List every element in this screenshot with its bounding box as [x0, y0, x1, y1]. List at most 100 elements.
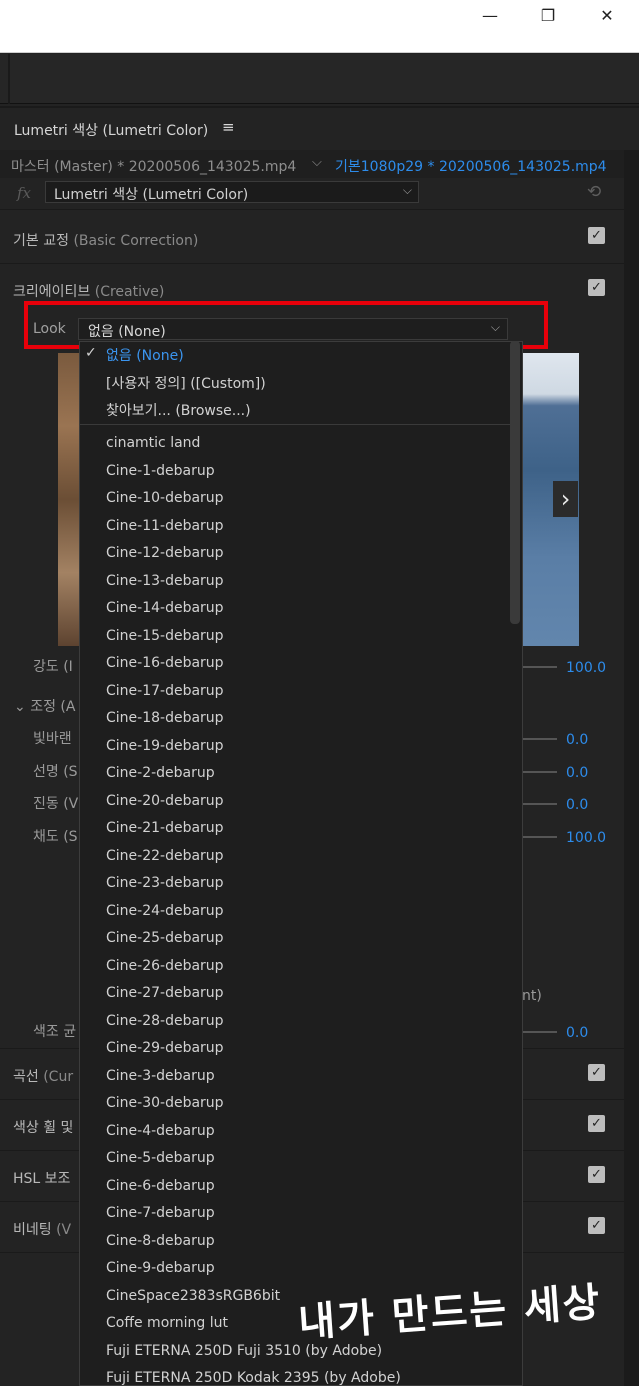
maximize-button[interactable]: ❐	[518, 0, 578, 30]
intensity-value[interactable]: 100.0	[566, 660, 606, 676]
dropdown-item[interactable]: Cine-4-debarup	[106, 1123, 215, 1139]
dropdown-item-label: Cine-9-debarup	[106, 1260, 215, 1276]
dropdown-item[interactable]: cinamtic land	[106, 435, 200, 451]
close-icon: ✕	[600, 5, 614, 25]
dropdown-item[interactable]: Cine-3-debarup	[106, 1068, 215, 1084]
reset-icon[interactable]: ⟲	[587, 182, 601, 202]
dropdown-scrollbar[interactable]	[510, 341, 520, 624]
dropdown-item[interactable]: Cine-30-debarup	[106, 1095, 224, 1111]
section-enable-checkbox[interactable]: ✓	[588, 1217, 605, 1234]
dropdown-item[interactable]: Cine-5-debarup	[106, 1150, 215, 1166]
dropdown-item[interactable]: Cine-29-debarup	[106, 1040, 224, 1056]
minimize-button[interactable]: —	[460, 0, 520, 30]
panel-menu-icon[interactable]: ≡	[222, 118, 235, 136]
dropdown-item[interactable]: Cine-9-debarup	[106, 1260, 215, 1276]
dropdown-item[interactable]: Coffe morning lut	[106, 1315, 228, 1331]
maximize-icon: ❐	[540, 5, 556, 25]
dropdown-item[interactable]: Cine-22-debarup	[106, 848, 224, 864]
dropdown-item[interactable]: Cine-1-debarup	[106, 463, 215, 479]
chevron-down-icon[interactable]: ⌵	[312, 155, 322, 170]
section-label: 색상 휠 및	[13, 1120, 74, 1136]
sequence-clip-tab[interactable]: 기본1080p29 * 20200506_143025.mp4	[335, 156, 607, 176]
dropdown-item[interactable]: Cine-20-debarup	[106, 793, 224, 809]
dropdown-item[interactable]: Cine-23-debarup	[106, 875, 224, 891]
section-enable-checkbox[interactable]: ✓	[588, 1115, 605, 1132]
dropdown-item-label: Cine-30-debarup	[106, 1095, 224, 1111]
dropdown-item[interactable]: Cine-26-debarup	[106, 958, 224, 974]
dropdown-item-label: Cine-2-debarup	[106, 765, 215, 781]
dropdown-item-label: Cine-16-debarup	[106, 655, 224, 671]
section-label-ko: 크리에이티브	[13, 284, 91, 300]
dropdown-item-label: Cine-28-debarup	[106, 1012, 224, 1029]
adjust-group-label[interactable]: ⌄ 조정 (A	[14, 696, 75, 716]
dropdown-item[interactable]: Cine-2-debarup	[106, 765, 215, 781]
dropdown-item[interactable]: Cine-11-debarup	[106, 518, 224, 534]
dropdown-item[interactable]: Cine-25-debarup	[106, 930, 224, 946]
dropdown-item[interactable]: Cine-14-debarup	[106, 600, 224, 616]
dropdown-item[interactable]: Cine-10-debarup	[106, 490, 224, 506]
master-clip-tab[interactable]: 마스터 (Master) * 20200506_143025.mp4	[11, 156, 296, 176]
section-basic-correction[interactable]: 기본 교정 (Basic Correction) ✓	[0, 211, 624, 264]
sharpen-label: 선명 (S	[33, 764, 78, 780]
effect-select[interactable]: Lumetri 색상 (Lumetri Color) ⌵	[45, 181, 419, 203]
dropdown-item[interactable]: Cine-24-debarup	[106, 903, 224, 919]
saturation-label: 채도 (S	[33, 829, 78, 845]
sharpen-slider[interactable]	[522, 771, 557, 773]
section-label: 비네팅 (V	[13, 1219, 71, 1239]
tint-balance-value[interactable]: 0.0	[566, 1025, 588, 1041]
faded-value[interactable]: 0.0	[566, 732, 588, 748]
section-enable-checkbox[interactable]: ✓	[588, 227, 605, 244]
dropdown-item-label: Cine-14-debarup	[106, 600, 224, 616]
saturation-value[interactable]: 100.0	[566, 830, 606, 846]
panel-header: Lumetri 색상 (Lumetri Color) ≡	[0, 106, 639, 148]
dropdown-item[interactable]: Cine-27-debarup	[106, 985, 224, 1001]
dropdown-item[interactable]: Cine-17-debarup	[106, 683, 224, 699]
dropdown-item-browse[interactable]: 찾아보기... (Browse...)	[106, 400, 251, 420]
dropdown-item[interactable]: Cine-16-debarup	[106, 655, 224, 671]
dropdown-item-none[interactable]: 없음 (None)	[106, 345, 184, 365]
trailing-label-fragment: nt)	[522, 988, 542, 1004]
dropdown-item[interactable]: Cine-19-debarup	[106, 738, 224, 754]
section-label-ko: 기본 교정	[13, 233, 69, 249]
dropdown-item[interactable]: Cine-13-debarup	[106, 573, 224, 589]
dropdown-item[interactable]: Cine-12-debarup	[106, 545, 224, 561]
dropdown-item-label: Cine-29-debarup	[106, 1040, 224, 1056]
dropdown-item[interactable]: CineSpace2383sRGB6bit	[106, 1288, 280, 1304]
dropdown-item[interactable]: Cine-18-debarup	[106, 710, 224, 726]
dropdown-item-label: 없음 (None)	[106, 348, 184, 364]
section-enable-checkbox[interactable]: ✓	[588, 1166, 605, 1183]
dropdown-item-custom[interactable]: [사용자 정의] ([Custom])	[106, 373, 266, 393]
dropdown-item[interactable]: Cine-21-debarup	[106, 820, 224, 836]
tint-balance-slider[interactable]	[522, 1031, 557, 1033]
faded-slider[interactable]	[522, 738, 557, 740]
section-enable-checkbox[interactable]: ✓	[588, 1064, 605, 1081]
dropdown-item-label: Cine-27-debarup	[106, 985, 224, 1001]
dropdown-item-label: Fuji ETERNA 250D Kodak 2395 (by Adobe)	[106, 1370, 401, 1386]
intensity-slider[interactable]	[522, 666, 557, 668]
dropdown-item-label: cinamtic land	[106, 435, 201, 451]
dropdown-item[interactable]: Cine-8-debarup	[106, 1233, 215, 1249]
vibrance-slider[interactable]	[522, 803, 557, 805]
saturation-slider[interactable]	[522, 836, 557, 838]
panel-scrollbar[interactable]	[624, 150, 639, 1386]
sharpen-value[interactable]: 0.0	[566, 765, 588, 781]
dropdown-item[interactable]: Cine-6-debarup	[106, 1178, 215, 1194]
chevron-right-icon[interactable]: ›	[553, 481, 578, 517]
clip-selector-row: 마스터 (Master) * 20200506_143025.mp4 ⌵ 기본1…	[0, 150, 639, 178]
vibrance-value[interactable]: 0.0	[566, 797, 588, 813]
minimize-icon: —	[482, 5, 498, 25]
section-enable-checkbox[interactable]: ✓	[588, 279, 605, 296]
section-label: HSL 보조	[13, 1171, 71, 1187]
dropdown-item[interactable]: Cine-15-debarup	[106, 628, 224, 644]
section-label-en: (Creative)	[94, 284, 165, 300]
close-button[interactable]: ✕	[577, 0, 637, 30]
dropdown-item-label: 찾아보기... (Browse...)	[106, 403, 251, 419]
section-label[interactable]: 크리에이티브 (Creative)	[13, 281, 164, 301]
dropdown-item-label: Cine-24-debarup	[106, 902, 224, 919]
panel-title[interactable]: Lumetri 색상 (Lumetri Color)	[14, 120, 208, 140]
dropdown-item-label: Cine-5-debarup	[106, 1150, 215, 1166]
fx-icon[interactable]: fx	[17, 184, 31, 202]
dropdown-item[interactable]: Cine-7-debarup	[106, 1205, 215, 1221]
dropdown-item[interactable]: Cine-28-debarup	[106, 1013, 224, 1029]
dropdown-item[interactable]: Fuji ETERNA 250D Kodak 2395 (by Adobe)	[106, 1370, 401, 1386]
